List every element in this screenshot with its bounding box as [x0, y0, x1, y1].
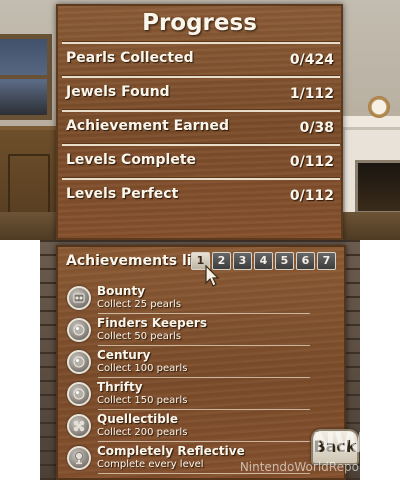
progress-row-levels-complete: Levels Complete 0/112	[62, 144, 340, 177]
room-mantel	[340, 116, 400, 130]
achievements-list: Bounty Collect 25 pearls Finders Keepers…	[64, 283, 340, 475]
achievement-description: Collect 200 pearls	[97, 427, 188, 438]
achievement-description: Collect 25 pearls	[97, 299, 182, 310]
top-screen: Progress Pearls Collected 0/424 Jewels F…	[0, 0, 400, 240]
progress-label: Pearls Collected	[66, 50, 194, 66]
progress-row-jewels: Jewels Found 1/112	[62, 76, 340, 109]
progress-value: 0/424	[289, 52, 334, 68]
achievement-description: Collect 50 pearls	[97, 331, 182, 342]
progress-title: Progress	[142, 10, 257, 36]
achievement-title: Thrifty	[97, 380, 143, 394]
clock-icon	[368, 96, 390, 118]
progress-value: 1/112	[289, 86, 334, 102]
progress-row-achievements: Achievement Earned 0/38	[62, 110, 340, 143]
list-item[interactable]: Quellectible Collect 200 pearls	[64, 411, 340, 443]
achievements-header: Achievements list	[66, 253, 207, 269]
progress-value: 0/112	[289, 154, 334, 170]
room-window	[0, 34, 52, 120]
achievement-title: Century	[97, 348, 151, 362]
progress-label: Levels Complete	[66, 152, 197, 168]
pearl-cluster-icon	[67, 414, 91, 438]
watermark-text: NintendoWorldReport.com	[239, 460, 398, 474]
page-tab-7[interactable]: 7	[317, 252, 336, 270]
page-tab-5[interactable]: 5	[275, 252, 294, 270]
progress-value: 0/38	[299, 120, 334, 136]
page-tab-4[interactable]: 4	[254, 252, 273, 270]
pearl-icon	[67, 382, 91, 406]
progress-label: Levels Perfect	[66, 186, 179, 202]
list-item[interactable]: Bounty Collect 25 pearls	[64, 283, 340, 315]
pearl-icon	[67, 318, 91, 342]
achievements-panel: Achievements list 1 2 3 4 5 6 7 Bounty C…	[56, 245, 346, 480]
progress-row-levels-perfect: Levels Perfect 0/112	[62, 178, 340, 211]
page-tab-3[interactable]: 3	[233, 252, 252, 270]
watermark-logo: NWR	[312, 426, 386, 459]
achievement-description: Collect 150 pearls	[97, 395, 188, 406]
page-tab-6[interactable]: 6	[296, 252, 315, 270]
progress-label: Jewels Found	[66, 84, 170, 100]
progress-label: Achievement Earned	[66, 118, 230, 134]
achievement-description: Complete every level	[97, 459, 204, 470]
pearl-icon	[67, 350, 91, 374]
progress-board: Progress Pearls Collected 0/424 Jewels F…	[56, 4, 343, 240]
pearl-pile-icon	[67, 286, 91, 310]
progress-row-pearls: Pearls Collected 0/424	[62, 42, 340, 75]
list-item[interactable]: Century Collect 100 pearls	[64, 347, 340, 379]
list-item[interactable]: Finders Keepers Collect 50 pearls	[64, 315, 340, 347]
achievement-title: Bounty	[97, 284, 146, 298]
achievement-title: Finders Keepers	[97, 316, 207, 330]
achievement-title: Completely Reflective	[97, 444, 245, 458]
pearl-trophy-icon	[67, 446, 91, 470]
list-item[interactable]: Thrifty Collect 150 pearls	[64, 379, 340, 411]
progress-value: 0/112	[289, 188, 334, 204]
achievement-title: Quellectible	[97, 412, 179, 426]
achievement-description: Collect 100 pearls	[97, 363, 188, 374]
